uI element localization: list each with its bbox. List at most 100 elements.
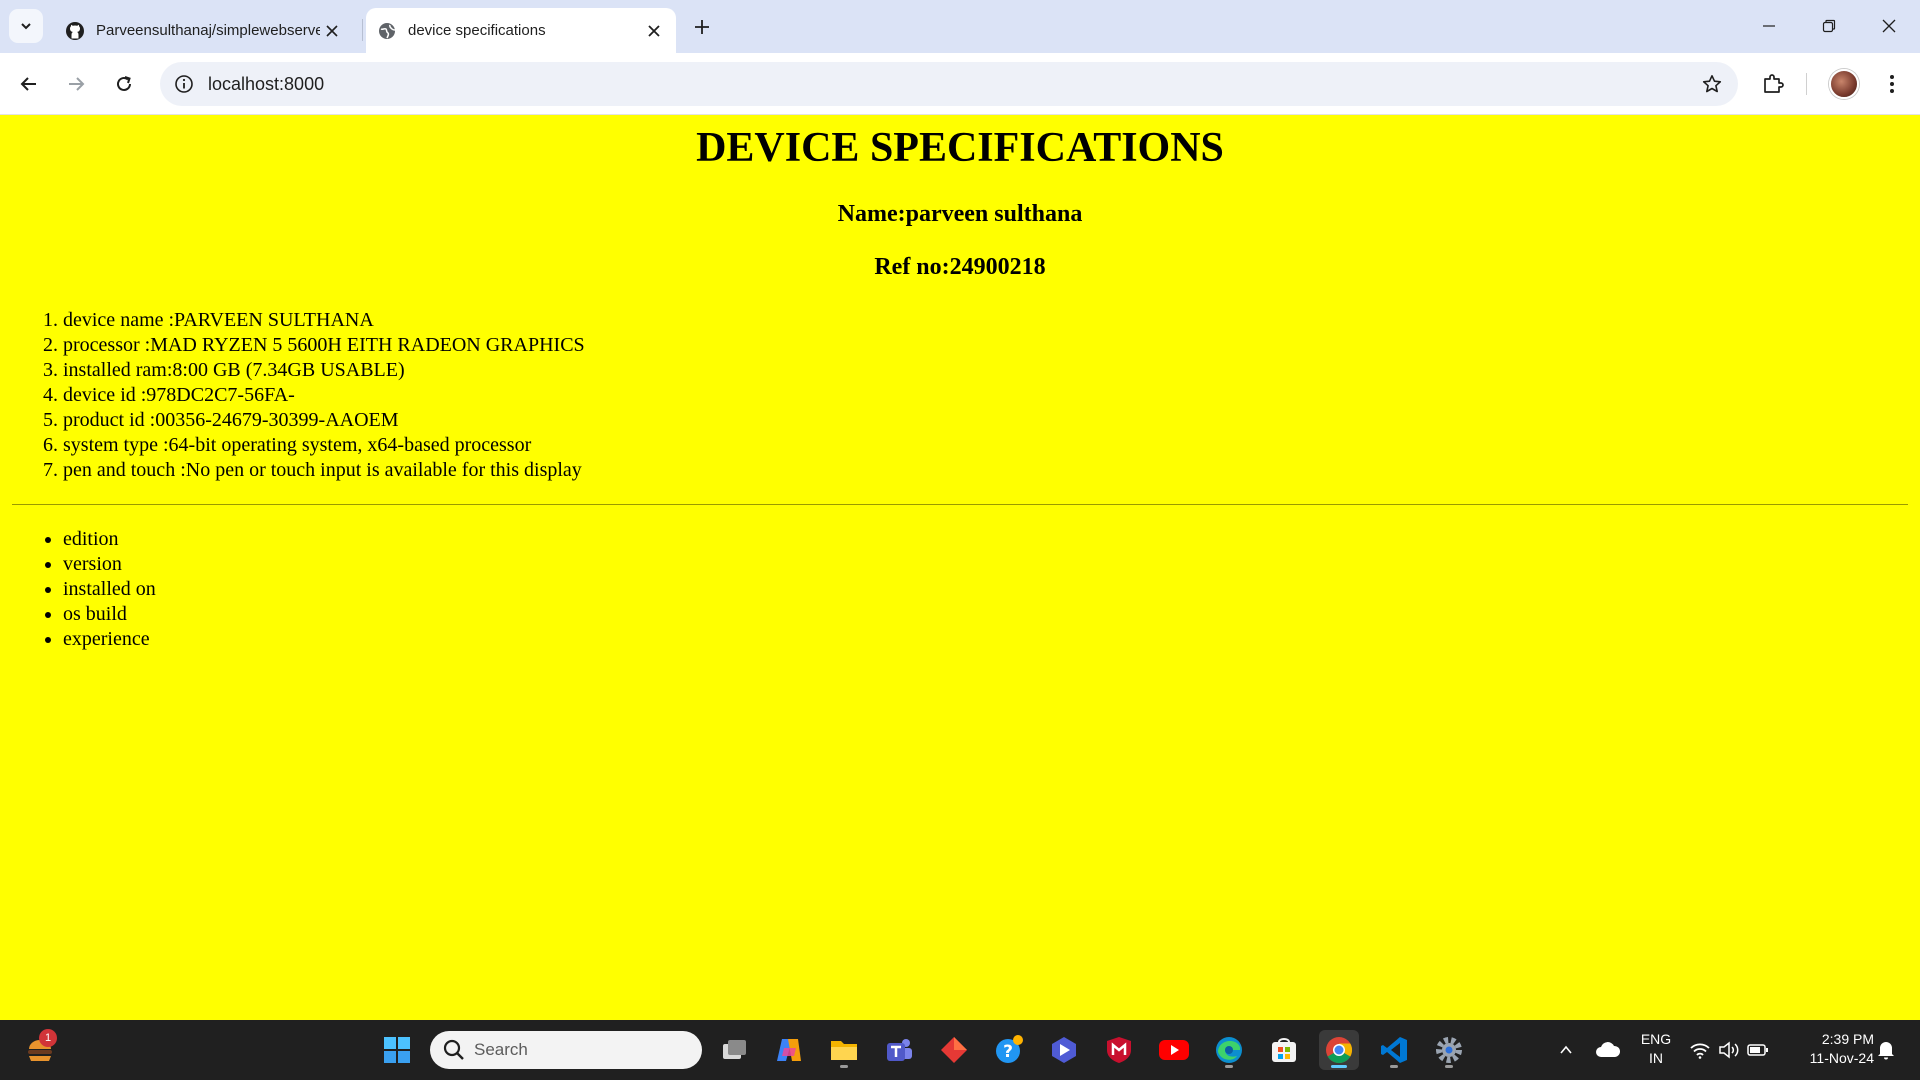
list-item: installed ram:8:00 GB (7.34GB USABLE) <box>63 358 585 383</box>
taskbar-file-explorer[interactable] <box>824 1030 864 1070</box>
tab-device-specifications[interactable]: device specifications <box>366 8 676 53</box>
battery-icon <box>1746 1044 1768 1056</box>
search-icon <box>443 1039 464 1060</box>
diamond-app-icon <box>941 1037 967 1063</box>
address-bar[interactable]: localhost:8000 <box>160 62 1738 106</box>
tab-title: Parveensulthanaj/simplewebserver <box>96 22 320 39</box>
clock-time: 2:39 PM <box>1821 1031 1874 1047</box>
arrow-left-icon <box>20 77 36 91</box>
cloud-icon <box>1596 1042 1621 1057</box>
minimize-button[interactable] <box>1746 8 1792 44</box>
taskbar-chrome[interactable] <box>1319 1030 1359 1070</box>
toolbar-divider <box>1806 73 1807 95</box>
windows-logo-icon <box>384 1037 410 1063</box>
folder-icon <box>831 1041 857 1060</box>
network-volume-battery-tray[interactable] <box>1686 1030 1772 1070</box>
vscode-icon <box>1381 1037 1407 1063</box>
teams-icon <box>887 1039 912 1061</box>
running-indicator <box>1445 1065 1453 1068</box>
taskbar-teams[interactable] <box>879 1030 919 1070</box>
store-icon <box>1272 1038 1296 1062</box>
forward-button[interactable] <box>58 66 94 102</box>
running-indicator <box>840 1065 848 1068</box>
taskbar-edge[interactable] <box>1209 1030 1249 1070</box>
taskbar-app-hex[interactable] <box>1044 1030 1084 1070</box>
bell-icon <box>1878 1042 1894 1060</box>
browser-toolbar: localhost:8000 <box>0 53 1920 115</box>
windows-specs-list: edition version installed on os build ex… <box>63 527 156 652</box>
profile-avatar[interactable] <box>1829 69 1859 99</box>
volume-icon <box>1719 1041 1739 1059</box>
close-window-button[interactable] <box>1866 8 1912 44</box>
start-button[interactable] <box>377 1030 417 1070</box>
arrow-right-icon <box>69 77 85 91</box>
github-icon <box>64 20 86 42</box>
list-item: system type :64-bit operating system, x6… <box>63 433 585 458</box>
more-vertical-icon <box>1890 75 1894 93</box>
plus-icon <box>695 20 709 34</box>
task-view-icon <box>723 1040 746 1059</box>
minimize-icon <box>1763 25 1775 27</box>
edge-icon <box>1216 1037 1242 1063</box>
search-placeholder: Search <box>474 1040 528 1059</box>
language-indicator[interactable]: ENG IN <box>1636 1030 1676 1070</box>
horizontal-rule <box>12 504 1908 505</box>
taskbar-youtube[interactable] <box>1154 1030 1194 1070</box>
close-tab-icon[interactable] <box>320 19 344 43</box>
wifi-icon <box>1690 1043 1710 1059</box>
close-tab-icon[interactable] <box>642 19 666 43</box>
list-item: os build <box>63 602 156 627</box>
globe-icon <box>376 20 398 42</box>
chevron-up-icon <box>1560 1045 1572 1054</box>
menu-button[interactable] <box>1874 66 1910 102</box>
running-indicator <box>1225 1065 1233 1068</box>
running-indicator <box>1390 1065 1398 1068</box>
taskbar-app-red[interactable] <box>934 1030 974 1070</box>
taskbar-vscode[interactable] <box>1374 1030 1414 1070</box>
site-info-icon[interactable] <box>170 70 198 98</box>
list-item: processor :MAD RYZEN 5 5600H EITH RADEON… <box>63 333 585 358</box>
bookmark-star-icon[interactable] <box>1698 70 1726 98</box>
reference-number-line: Ref no:24900218 <box>874 254 1046 280</box>
list-item: product id :00356-24679-30399-AAOEM <box>63 408 585 433</box>
settings-gear-icon <box>1436 1037 1462 1063</box>
reload-icon <box>117 76 131 91</box>
page-heading: DEVICE SPECIFICATIONS <box>696 125 1224 171</box>
taskbar-store[interactable] <box>1264 1030 1304 1070</box>
name-line: Name:parveen sulthana <box>837 201 1083 227</box>
show-hidden-icons-button[interactable] <box>1546 1030 1586 1070</box>
taskbar-settings[interactable] <box>1429 1030 1469 1070</box>
list-item: experience <box>63 627 156 652</box>
onedrive-tray[interactable] <box>1588 1030 1628 1070</box>
tab-title: device specifications <box>408 22 546 39</box>
restore-icon <box>1822 19 1836 33</box>
url-text: localhost:8000 <box>208 74 325 94</box>
mcafee-shield-icon <box>1107 1037 1131 1063</box>
tab-strip: Parveensulthanaj/simplewebserver device … <box>0 0 1920 53</box>
notifications-button[interactable] <box>1868 1030 1904 1070</box>
list-item: device id :978DC2C7-56FA- <box>63 383 585 408</box>
youtube-icon <box>1159 1040 1189 1060</box>
extensions-button[interactable] <box>1755 66 1791 102</box>
reload-button[interactable] <box>106 66 142 102</box>
list-item: device name :PARVEEN SULTHANA <box>63 308 585 333</box>
taskbar-get-help[interactable]: ? <box>989 1030 1029 1070</box>
chevron-down-icon <box>21 23 31 30</box>
list-item: version <box>63 552 156 577</box>
task-view-button[interactable] <box>714 1030 754 1070</box>
tab-search-button[interactable] <box>9 9 43 43</box>
region-code: IN <box>1649 1050 1663 1066</box>
back-button[interactable] <box>11 66 47 102</box>
tab-github[interactable]: Parveensulthanaj/simplewebserver <box>54 8 354 53</box>
list-item: installed on <box>63 577 156 602</box>
hexagon-app-icon <box>1052 1037 1076 1063</box>
chrome-icon <box>1326 1037 1353 1064</box>
taskbar-search-box[interactable]: Search <box>430 1031 702 1069</box>
clock[interactable]: 2:39 PM 11-Nov-24 <box>1784 1030 1874 1070</box>
taskbar-copilot[interactable] <box>769 1030 809 1070</box>
taskbar-mcafee[interactable] <box>1099 1030 1139 1070</box>
close-icon <box>1882 19 1896 33</box>
taskbar: Search ? ENG IN 2:39 PM 11-Nov-24 <box>0 1020 1920 1080</box>
restore-button[interactable] <box>1806 8 1852 44</box>
new-tab-button[interactable] <box>688 13 716 41</box>
